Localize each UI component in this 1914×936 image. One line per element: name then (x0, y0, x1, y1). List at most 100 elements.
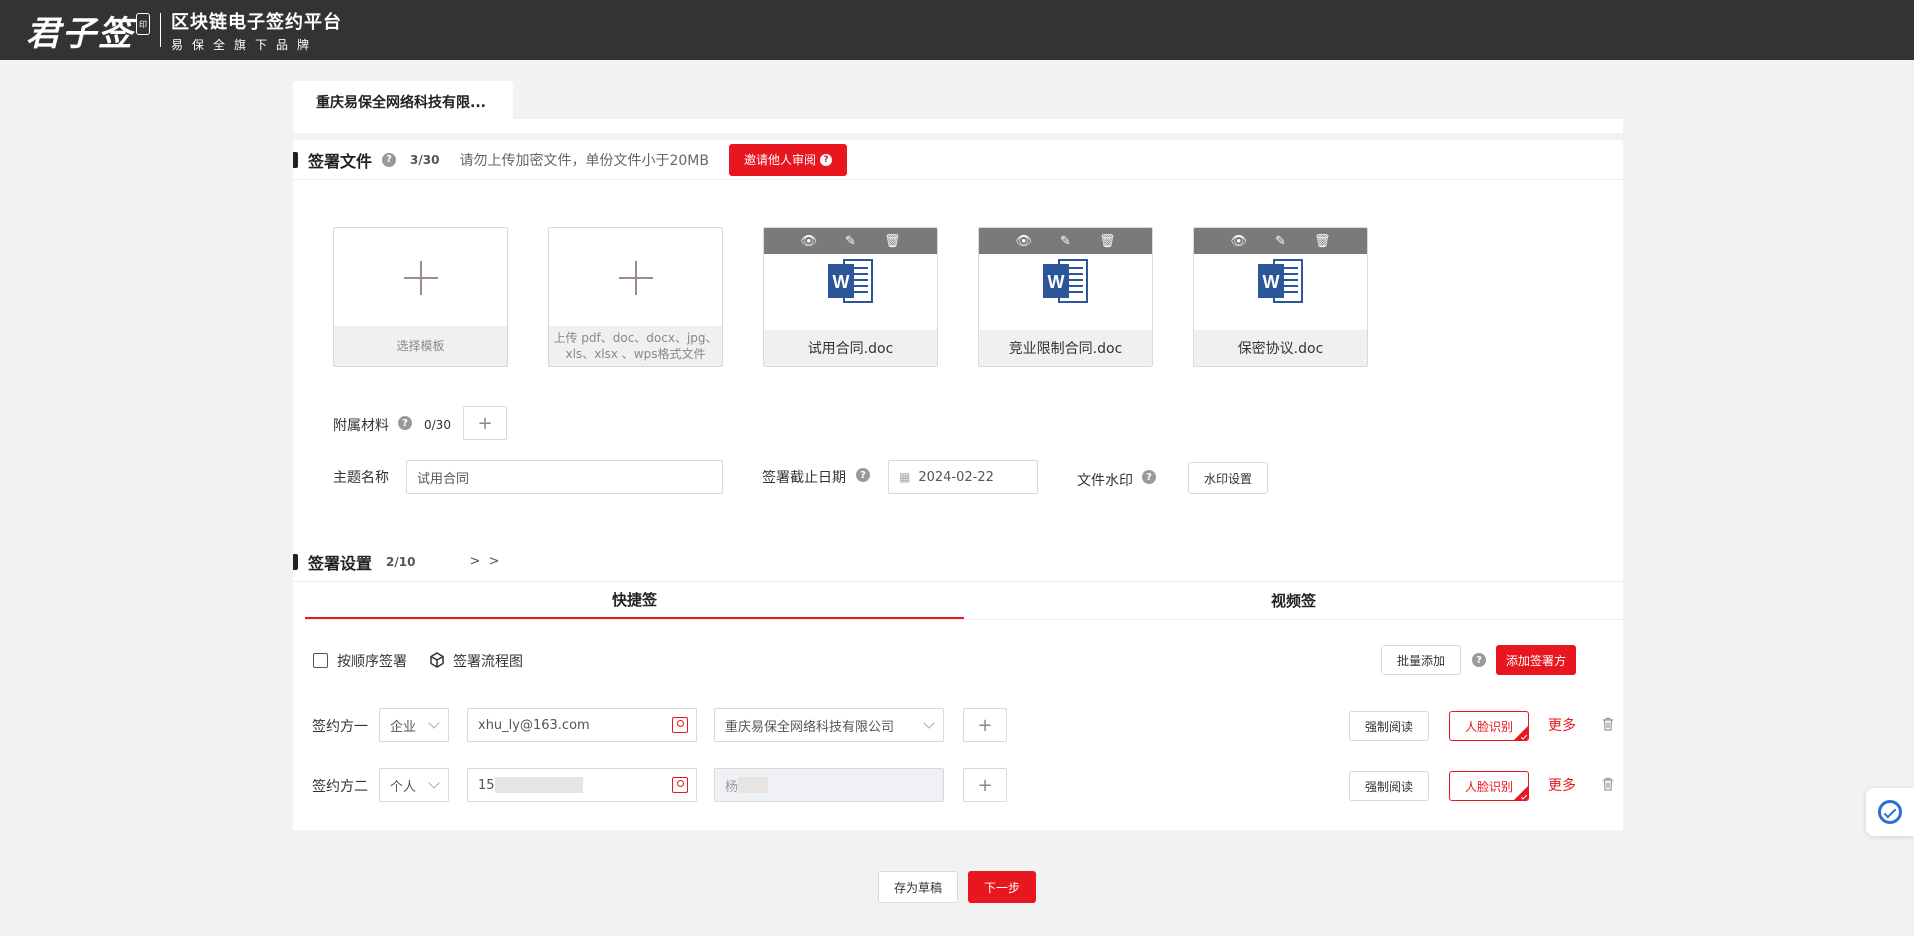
help-icon[interactable]: ? (398, 416, 412, 430)
file-name: 保密协议.doc (1194, 330, 1367, 366)
plus-icon (618, 261, 653, 295)
signer-account-input[interactable]: xhu_ly@163.com (467, 708, 697, 742)
logo-mark: 君子签 (26, 13, 134, 54)
expand-toggle[interactable]: > > (469, 554, 501, 569)
calendar-icon: ▦ (899, 470, 911, 484)
trash-icon[interactable] (1602, 717, 1614, 731)
file-count: 3/30 (410, 152, 440, 167)
sign-settings-header: 签署设置 2/10 > > (293, 542, 1623, 582)
eye-icon[interactable]: 👁 (1231, 234, 1248, 249)
signer-type-value: 个人 (390, 779, 417, 795)
flowchart-link[interactable]: 签署流程图 (453, 651, 523, 671)
watermark-settings-button[interactable]: 水印设置 (1188, 462, 1268, 494)
sign-mode-tabs: 快捷签 视频签 (305, 582, 1623, 620)
svg-text:W: W (1263, 272, 1280, 292)
upload-caption: 上传 pdf、doc、docx、jpg、xls、xlsx 、wps格式文件 (549, 326, 722, 366)
file-name: 试用合同.doc (764, 330, 937, 366)
word-doc-icon: W (828, 259, 873, 303)
batch-add-button[interactable]: 批量添加 (1381, 645, 1461, 675)
panel-strip (293, 119, 1623, 133)
help-icon[interactable]: ? (1472, 653, 1486, 667)
file-toolbar: 👁 ✎ 🗑 (764, 228, 937, 254)
sign-files-header: 签署文件 ? 3/30 请勿上传加密文件，单份文件小于20MB 邀请他人审阅 ? (293, 140, 1623, 180)
sign-files-title: 签署文件 (308, 151, 373, 171)
eye-icon[interactable]: 👁 (1016, 234, 1033, 249)
logo[interactable]: 君子签 印 区块链电子签约平台 易保全旗下品牌 (26, 8, 342, 54)
eye-icon[interactable]: 👁 (801, 234, 818, 249)
save-draft-button[interactable]: 存为草稿 (878, 871, 958, 903)
more-link[interactable]: 更多 (1548, 715, 1576, 735)
add-signer-button[interactable]: 添加签署方 (1496, 645, 1576, 675)
help-icon[interactable]: ? (1142, 470, 1156, 484)
help-icon[interactable]: ? (856, 468, 870, 482)
signer-name-select[interactable]: 重庆易保全网络科技有限公司 (714, 708, 944, 742)
upload-file-card[interactable]: 上传 pdf、doc、docx、jpg、xls、xlsx 、wps格式文件 (548, 227, 723, 367)
edit-icon[interactable]: ✎ (845, 234, 856, 249)
sequential-label: 按顺序签署 (337, 654, 407, 670)
signer-type-select[interactable]: 个人 (379, 768, 449, 802)
svg-text:W: W (833, 272, 850, 292)
select-template-caption: 选择模板 (334, 326, 507, 366)
trash-icon[interactable]: 🗑 (1099, 234, 1116, 249)
file-toolbar: 👁 ✎ 🗑 (979, 228, 1152, 254)
signer-type-select[interactable]: 企业 (379, 708, 449, 742)
file-card[interactable]: 👁 ✎ 🗑 W 试用合同.doc (763, 227, 938, 367)
plus-icon (403, 261, 438, 295)
face-verify-button[interactable]: 人脸识别 (1449, 771, 1529, 801)
edit-icon[interactable]: ✎ (1060, 234, 1071, 249)
sequential-checkbox[interactable] (313, 653, 328, 668)
face-verify-button[interactable]: 人脸识别 (1449, 711, 1529, 741)
subject-input[interactable]: 试用合同 (406, 460, 723, 494)
face-verify-label: 人脸识别 (1464, 779, 1513, 794)
contact-book-icon[interactable] (672, 777, 688, 793)
section-marker (293, 151, 298, 168)
assistant-icon (1878, 800, 1902, 824)
signer-account-value: xhu_ly@163.com (478, 717, 590, 733)
file-name: 竞业限制合同.doc (979, 330, 1152, 366)
force-read-button[interactable]: 强制阅读 (1349, 771, 1429, 801)
watermark-label: 文件水印 (1077, 473, 1133, 489)
tab-video-sign[interactable]: 视频签 (964, 582, 1623, 619)
next-step-button[interactable]: 下一步 (968, 871, 1036, 903)
file-card[interactable]: 👁 ✎ 🗑 W 保密协议.doc (1193, 227, 1368, 367)
tab-quick-sign[interactable]: 快捷签 (305, 582, 964, 619)
company-tab[interactable]: 重庆易保全网络科技有限... (293, 81, 513, 119)
trash-icon[interactable]: 🗑 (1314, 234, 1331, 249)
help-icon[interactable]: ? (382, 152, 397, 167)
contact-book-icon[interactable] (672, 717, 688, 733)
signer-type-value: 企业 (390, 719, 417, 735)
plus-icon-wrap (334, 228, 507, 328)
signer-label: 签约方一 (312, 719, 368, 735)
deadline-label: 签署截止日期 (762, 470, 846, 486)
chevron-down-icon (428, 777, 440, 789)
subject-label: 主题名称 (333, 470, 389, 486)
help-icon: ? (819, 153, 832, 166)
svg-text:W: W (1048, 272, 1065, 292)
trash-icon[interactable] (1602, 777, 1614, 791)
trash-icon[interactable]: 🗑 (884, 234, 901, 249)
logo-seal: 印 (136, 13, 150, 35)
file-card[interactable]: 👁 ✎ 🗑 W 竞业限制合同.doc (978, 227, 1153, 367)
select-template-card[interactable]: 选择模板 (333, 227, 508, 367)
attachment-label: 附属材料 (333, 418, 389, 434)
plus-icon-wrap (549, 228, 722, 328)
floating-assistant[interactable] (1866, 788, 1914, 836)
edit-icon[interactable]: ✎ (1275, 234, 1286, 249)
deadline-value: 2024-02-22 (918, 469, 994, 485)
force-read-button[interactable]: 强制阅读 (1349, 711, 1429, 741)
more-link[interactable]: 更多 (1548, 775, 1576, 795)
top-bar: 君子签 印 区块链电子签约平台 易保全旗下品牌 (0, 0, 1914, 60)
deadline-input[interactable]: ▦ 2024-02-22 (888, 460, 1038, 494)
face-verify-label: 人脸识别 (1464, 719, 1513, 734)
invite-review-button[interactable]: 邀请他人审阅 ? (728, 143, 847, 176)
add-signer-field-button[interactable]: + (963, 768, 1007, 802)
cube-icon (430, 652, 444, 668)
chevron-down-icon (923, 717, 935, 729)
signer-account-input[interactable]: 15 (467, 768, 697, 802)
platform-title: 区块链电子签约平台 (171, 11, 342, 33)
add-attachment-button[interactable]: + (463, 406, 507, 440)
chevron-down-icon (428, 717, 440, 729)
add-signer-field-button[interactable]: + (963, 708, 1007, 742)
signer-count: 2/10 (386, 554, 416, 569)
redacted-text (738, 777, 769, 793)
